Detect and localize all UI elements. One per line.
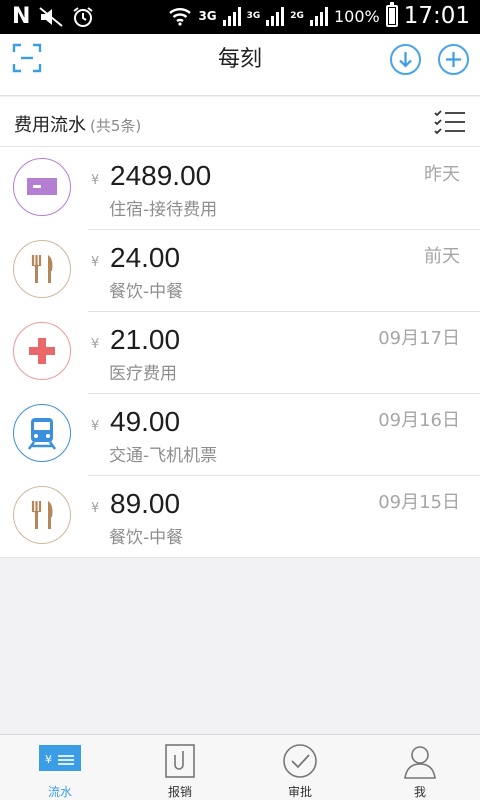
clock: 17:01 (403, 3, 470, 29)
category-avatar (13, 404, 71, 462)
tab-label: 报销 (167, 785, 192, 799)
currency-symbol: ¥ (91, 337, 100, 352)
tab-reimburse[interactable]: 报销 (120, 735, 240, 800)
download-button[interactable] (390, 44, 421, 75)
category-avatar (13, 486, 71, 544)
currency-symbol: ¥ (91, 173, 100, 188)
fork-knife-icon (31, 255, 53, 283)
expense-amount: 89.00 (110, 488, 181, 519)
category-avatar (13, 240, 71, 298)
expense-row[interactable]: ¥ 2489.00 住宿-接待费用 昨天 (0, 147, 480, 229)
add-button[interactable] (438, 44, 469, 75)
nav-bar: 每刻 (0, 34, 480, 96)
section-title: 费用流水 (共5条) (14, 111, 141, 137)
alarm-icon (73, 6, 94, 27)
expense-amount: 24.00 (110, 242, 181, 273)
expense-amount: 49.00 (110, 406, 181, 437)
currency-symbol: ¥ (91, 501, 100, 516)
expense-amount: 2489.00 (110, 160, 212, 191)
person-icon (404, 746, 436, 779)
battery-icon (385, 2, 398, 27)
expense-list: ¥ 2489.00 住宿-接待费用 昨天 ¥ 24.00 餐饮-中餐 前天 ¥ … (0, 147, 480, 558)
expense-date: 前天 (424, 246, 460, 267)
tab-me[interactable]: 我 (360, 735, 480, 800)
ledger-icon: ¥ (39, 745, 81, 771)
expense-category: 交通-飞机机票 (109, 446, 218, 466)
signal-icon-tertiary (309, 6, 328, 26)
tab-approve[interactable]: 审批 (240, 735, 360, 800)
network-label-3g: 3G (198, 9, 217, 23)
network-label-2g: 2G (290, 11, 304, 21)
train-icon (27, 418, 57, 450)
currency-symbol: ¥ (91, 255, 100, 270)
reimburse-icon (165, 744, 195, 778)
fork-knife-icon (31, 501, 53, 529)
status-bar: N 3G 3G 2G 100% 17:01 (0, 0, 480, 34)
tab-ledger[interactable]: ¥ 流水 (0, 735, 120, 800)
expense-date: 09月17日 (378, 328, 460, 349)
nfc-icon: N (12, 4, 31, 29)
expense-date: 09月15日 (378, 492, 460, 513)
medical-cross-icon (29, 338, 55, 364)
section-title-text: 费用流水 (14, 115, 86, 136)
category-avatar (13, 158, 71, 216)
plus-icon (446, 52, 461, 67)
expense-category: 医疗费用 (109, 364, 177, 384)
approve-check-icon (283, 744, 317, 778)
tab-label: 我 (413, 785, 426, 799)
arrow-down-icon (399, 52, 412, 68)
expense-category: 住宿-接待费用 (109, 200, 218, 220)
expense-amount: 21.00 (110, 324, 181, 355)
expense-row[interactable]: ¥ 49.00 交通-飞机机票 09月16日 (0, 393, 480, 475)
svg-text:¥: ¥ (45, 753, 52, 766)
expense-row[interactable]: ¥ 24.00 餐饮-中餐 前天 (0, 229, 480, 311)
expense-row[interactable]: ¥ 89.00 餐饮-中餐 09月15日 (0, 475, 480, 557)
battery-percent: 100% (333, 6, 380, 26)
record-count: (共5条) (90, 117, 142, 135)
expense-row[interactable]: ¥ 21.00 医疗费用 09月17日 (0, 311, 480, 393)
expense-category: 餐饮-中餐 (109, 282, 184, 302)
category-avatar (13, 322, 71, 380)
tab-label: 流水 (47, 785, 72, 799)
mute-icon (39, 6, 64, 27)
expense-date: 09月16日 (378, 410, 460, 431)
checklist-filter-icon[interactable] (434, 110, 466, 134)
wifi-icon (169, 8, 192, 26)
section-header: 费用流水 (共5条) (0, 97, 480, 147)
expense-category: 餐饮-中餐 (109, 528, 184, 548)
currency-symbol: ¥ (91, 419, 100, 434)
tab-label: 审批 (287, 785, 312, 799)
tab-bar: ¥ 流水 报销 审批 我 (0, 734, 480, 800)
hotel-card-icon (27, 178, 57, 195)
signal-icon (222, 6, 241, 26)
expense-date: 昨天 (424, 164, 460, 185)
network-label-3g-secondary: 3G (246, 11, 261, 21)
signal-icon-secondary (266, 6, 285, 26)
